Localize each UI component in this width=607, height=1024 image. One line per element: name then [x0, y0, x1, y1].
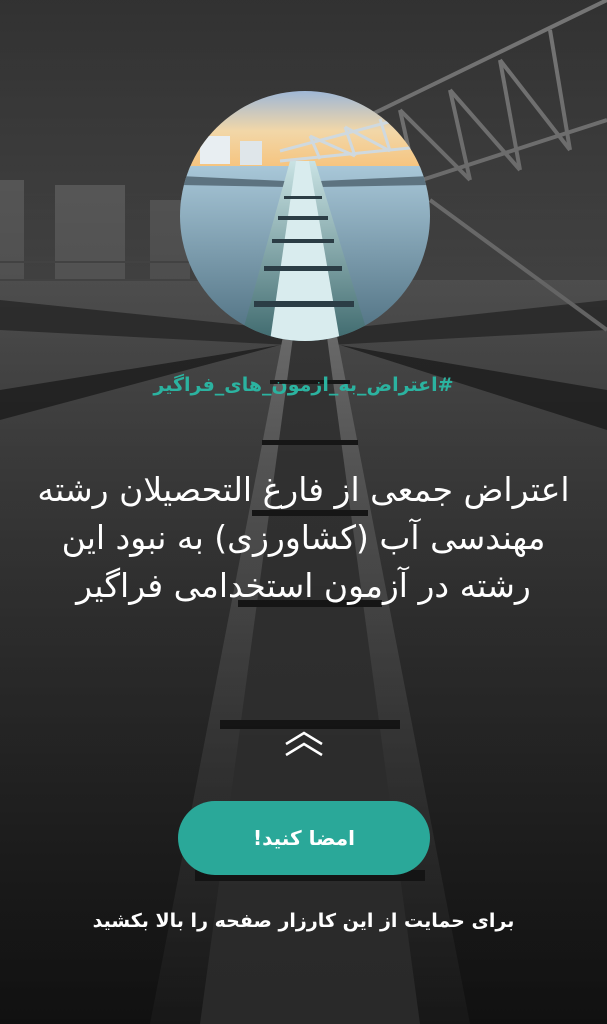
double-chevron-up-icon[interactable]: [283, 730, 325, 758]
sign-petition-button[interactable]: امضا کنید!: [178, 801, 430, 875]
swipe-up-hint: برای حمایت از این کارزار صفحه را بالا بک…: [92, 910, 515, 932]
campaign-page: #اعتراض_به_ازمون_های_فراگیر اعتراض جمعی …: [0, 0, 607, 1024]
campaign-image: [180, 91, 430, 341]
campaign-hashtag[interactable]: #اعتراض_به_ازمون_های_فراگیر: [0, 374, 607, 396]
campaign-headline: اعتراض جمعی از فارغ التحصیلان رشته مهندس…: [37, 470, 570, 605]
